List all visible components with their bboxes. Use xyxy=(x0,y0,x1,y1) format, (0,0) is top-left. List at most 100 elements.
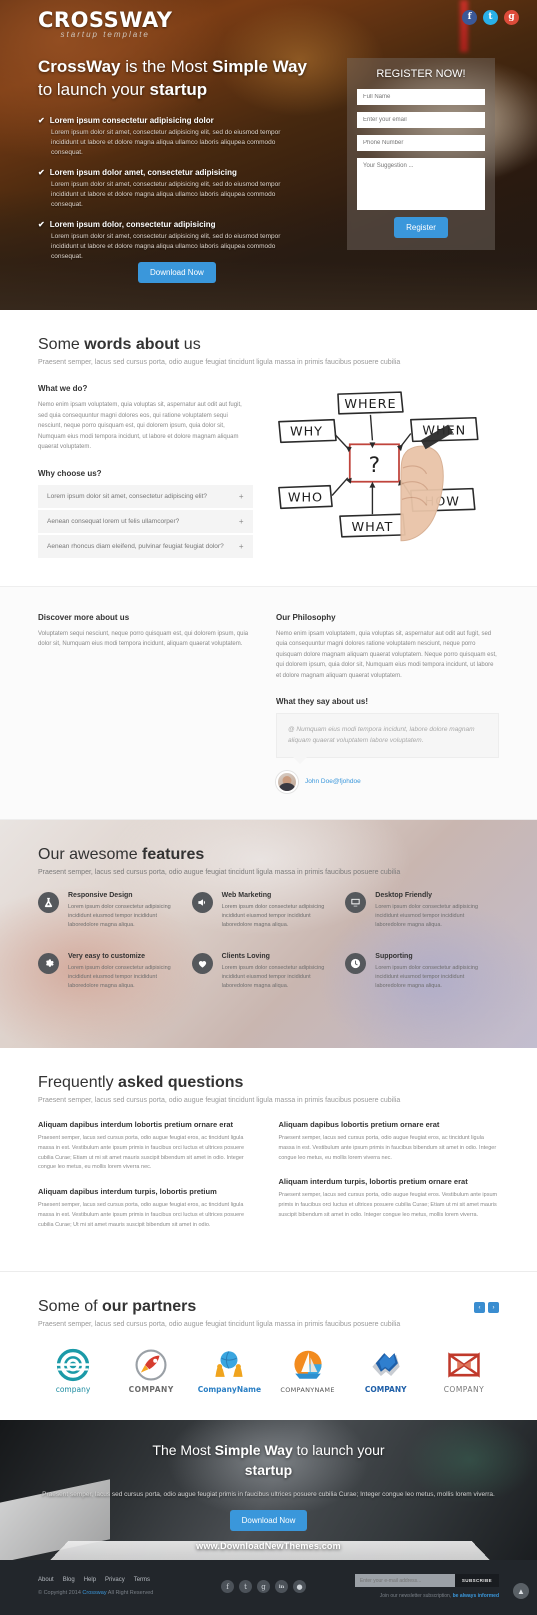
feature-card: Clients Loving Lorem ipsum dolor consect… xyxy=(191,952,346,992)
why-choose-heading: Why choose us? xyxy=(38,468,102,478)
partner-logo[interactable]: COMPANY xyxy=(116,1348,186,1394)
facebook-icon[interactable]: f xyxy=(221,1580,234,1594)
partner-logo-name: COMPANY xyxy=(443,1385,485,1395)
feature-body: Desktop Friendly Lorem ipsum dolor conse… xyxy=(375,892,489,931)
faq-answer: Praesent semper, lacus sed cursus porta,… xyxy=(38,1202,245,1229)
partner-logo-mark-rocket xyxy=(135,1349,167,1381)
accordion-item[interactable]: Aenean rhoncus diam eleifend, pulvinar f… xyxy=(38,534,253,560)
hero-feature-list: ✔ Lorem ipsum consectetur adipisicing dol… xyxy=(38,116,328,263)
partner-logo-name: COMPANYNAME xyxy=(280,1386,335,1395)
monitor-icon xyxy=(345,891,367,913)
plus-icon: + xyxy=(238,491,244,501)
logo-title: CROSSWAY xyxy=(38,8,173,32)
hero-headline: CrossWay is the Most Simple Way to launc… xyxy=(38,56,328,102)
footer-link-privacy[interactable]: Privacy xyxy=(105,1577,125,1583)
partner-logo[interactable]: COMPANY xyxy=(351,1348,421,1394)
faq-item: Aliquam interdum turpis, lobortis pretiu… xyxy=(279,1177,500,1221)
facebook-icon[interactable]: f xyxy=(462,10,477,25)
partner-logos: company COMPANY CompanyName COMPANYNAME … xyxy=(38,1348,499,1394)
footer-row: About Blog Help Privacy Terms © Copyrigh… xyxy=(38,1574,499,1599)
testimonial-author-row: John Doe@fjohdoe xyxy=(276,770,499,793)
features-section: Our awesome features Praesent semper, la… xyxy=(0,820,537,1048)
check-icon: ✔ xyxy=(38,168,45,178)
scroll-to-top-button[interactable]: ▲ xyxy=(513,1583,529,1600)
hero-list-item-title: ✔ Lorem ipsum dolor, consectetur adipisic… xyxy=(38,220,328,229)
faq-item: Aliquam dapibus interdum lobortis pretiu… xyxy=(38,1120,259,1174)
suggestion-textarea[interactable] xyxy=(357,158,485,210)
feature-title: Clients Loving xyxy=(221,952,270,960)
footer-link-terms[interactable]: Terms xyxy=(134,1577,150,1583)
footer-link-help[interactable]: Help xyxy=(84,1577,96,1583)
feature-card: Very easy to customize Lorem ipsum dolor… xyxy=(38,952,192,992)
feature-card: Desktop Friendly Lorem ipsum dolor conse… xyxy=(345,891,499,931)
heart-icon xyxy=(191,952,213,974)
feature-body: Supporting Lorem ipsum dolor consectetur… xyxy=(375,953,489,992)
twitter-icon[interactable]: t xyxy=(483,10,498,25)
accordion-item[interactable]: Lorem ipsum dolor sit amet, consectetur … xyxy=(38,484,253,510)
hero-item-label: Lorem ipsum dolor, consectetur adipisici… xyxy=(49,220,216,230)
google-plus-icon[interactable]: g xyxy=(257,1580,270,1594)
faq-title: Frequently asked questions xyxy=(38,1074,499,1092)
discover-columns: Discover more about us Voluptatem sequi … xyxy=(38,613,499,793)
hero-download-wrap: Download Now xyxy=(138,262,216,283)
dribbble-icon[interactable]: ● xyxy=(293,1580,306,1594)
site-logo[interactable]: CROSSWAY startup template xyxy=(38,8,172,39)
newsletter-form: SUBSCRIBE xyxy=(339,1574,499,1588)
faq-question: Aliquam interdum turpis, lobortis pretiu… xyxy=(278,1177,468,1187)
accordion-item[interactable]: Aenean consequat lorem ut felis ullamcor… xyxy=(38,509,253,535)
accordion-question: Aenean rhoncus diam eleifend, pulvinar f… xyxy=(47,542,224,550)
faq-left-column: Aliquam dapibus interdum lobortis pretiu… xyxy=(38,1120,259,1245)
accordion: Lorem ipsum dolor sit amet, consectetur … xyxy=(38,484,253,560)
full-name-input[interactable] xyxy=(357,89,485,105)
svg-text:WHO: WHO xyxy=(287,490,322,505)
cta-download-button[interactable]: Download Now xyxy=(229,1510,308,1532)
google-plus-icon[interactable]: g xyxy=(504,10,519,25)
partner-logo[interactable]: company xyxy=(38,1348,108,1394)
faq-answer: Praesent semper, lacus sed cursus porta,… xyxy=(278,1134,497,1161)
partners-carousel-controls: ‹ › xyxy=(474,1302,499,1314)
register-submit-button[interactable]: Register xyxy=(394,217,448,238)
testimonial-heading: What they say about us! xyxy=(276,697,369,706)
footer-link-about[interactable]: About xyxy=(38,1577,54,1583)
megaphone-icon xyxy=(191,891,213,913)
feature-text: Lorem ipsum dolor consectetur adipisicin… xyxy=(68,903,171,929)
header-social-links: f t g xyxy=(462,10,519,25)
faq-question: Aliquam dapibus interdum turpis, loborti… xyxy=(38,1187,217,1197)
faq-answer: Praesent semper, lacus sed cursus porta,… xyxy=(38,1134,245,1171)
newsletter-note-text: Join our newsletter subscription, xyxy=(379,1593,453,1600)
subscribe-button[interactable]: SUBSCRIBE xyxy=(454,1574,499,1588)
feature-title: Responsive Design xyxy=(68,891,133,899)
phone-input[interactable] xyxy=(357,135,485,151)
partner-logo[interactable]: CompanyName xyxy=(194,1348,264,1394)
carousel-prev-button[interactable]: ‹ xyxy=(474,1302,485,1314)
hero-list-item: ✔ Lorem ipsum dolor amet, consectetur adi… xyxy=(38,168,328,210)
newsletter-note: Join our newsletter subscription, be alw… xyxy=(339,1593,499,1599)
footer-copyright: © Copyright 2014 Crossway All Right Rese… xyxy=(38,1590,188,1596)
accordion-question: Aenean consequat lorem ut felis ullamcor… xyxy=(47,517,180,525)
partner-logo[interactable]: COMPANY xyxy=(429,1348,499,1394)
carousel-next-button[interactable]: › xyxy=(488,1302,499,1314)
register-title: REGISTER NOW! xyxy=(376,68,466,80)
hero-item-label: Lorem ipsum dolor amet, consectetur adip… xyxy=(49,168,237,178)
partner-logo-mark-bowtie xyxy=(448,1352,480,1378)
copyright-brand: Crossway xyxy=(82,1590,107,1597)
check-icon: ✔ xyxy=(38,115,45,125)
email-input[interactable] xyxy=(357,112,485,128)
about-section: Some words about us Praesent semper, lac… xyxy=(0,310,537,586)
partner-logo[interactable]: COMPANYNAME xyxy=(273,1349,343,1394)
hero-list-item: ✔ Lorem ipsum consectetur adipisicing dol… xyxy=(38,116,328,158)
partner-logo-name: COMPANY xyxy=(364,1385,407,1395)
partner-logo-mark-books xyxy=(372,1353,400,1377)
cta-headline-startup: startup xyxy=(244,1462,293,1479)
testimonial-author-name[interactable]: John Doe@fjohdoe xyxy=(305,778,361,785)
footer-link-blog[interactable]: Blog xyxy=(63,1577,75,1583)
faq-subtitle: Praesent semper, lacus sed cursus porta,… xyxy=(38,1096,401,1104)
newsletter-email-input[interactable] xyxy=(354,1574,455,1588)
about-title: Some words about us xyxy=(38,336,499,354)
linkedin-icon[interactable]: in xyxy=(275,1580,288,1594)
partner-logo-name: COMPANY xyxy=(128,1385,174,1395)
hero-download-button[interactable]: Download Now xyxy=(138,262,216,283)
twitter-icon[interactable]: t xyxy=(239,1580,252,1594)
features-subtitle: Praesent semper, lacus sed cursus porta,… xyxy=(38,868,401,876)
flask-icon xyxy=(38,891,59,913)
